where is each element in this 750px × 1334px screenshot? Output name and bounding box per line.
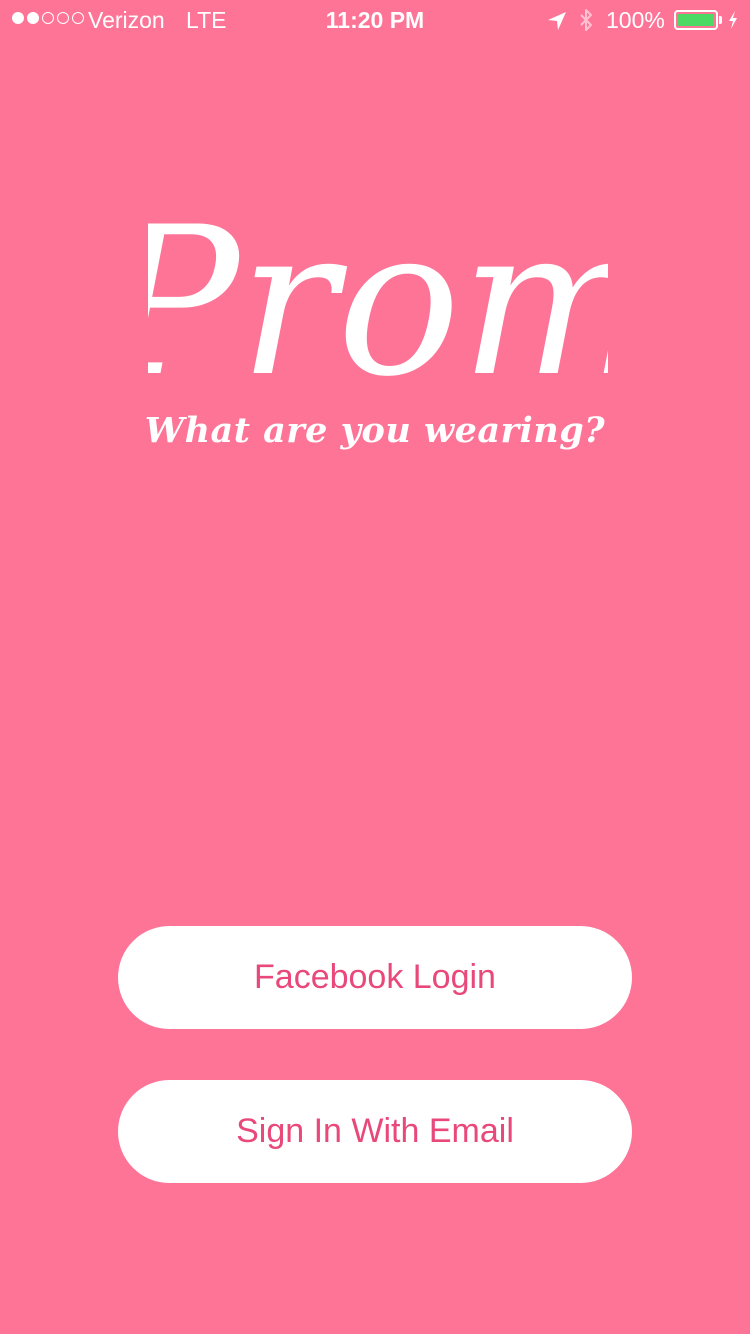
email-signin-button[interactable]: Sign In With Email [118,1080,632,1183]
facebook-login-label: Facebook Login [254,958,496,996]
status-bar: Verizon LTE 11:20 PM 100% [0,0,750,40]
tagline: What are you wearing? [144,410,606,451]
battery-icon [674,10,718,30]
battery-terminal [719,16,722,24]
email-signin-label: Sign In With Email [236,1112,514,1150]
battery-level-fill [678,14,714,26]
battery-percentage: 100% [606,7,665,33]
charging-bolt-icon [729,11,737,29]
logo-wordmark: Prom [148,184,608,398]
location-arrow-icon [548,12,566,30]
bluetooth-icon [580,9,592,31]
facebook-login-button[interactable]: Facebook Login [118,926,632,1029]
prom-logo: Prom [148,184,608,398]
